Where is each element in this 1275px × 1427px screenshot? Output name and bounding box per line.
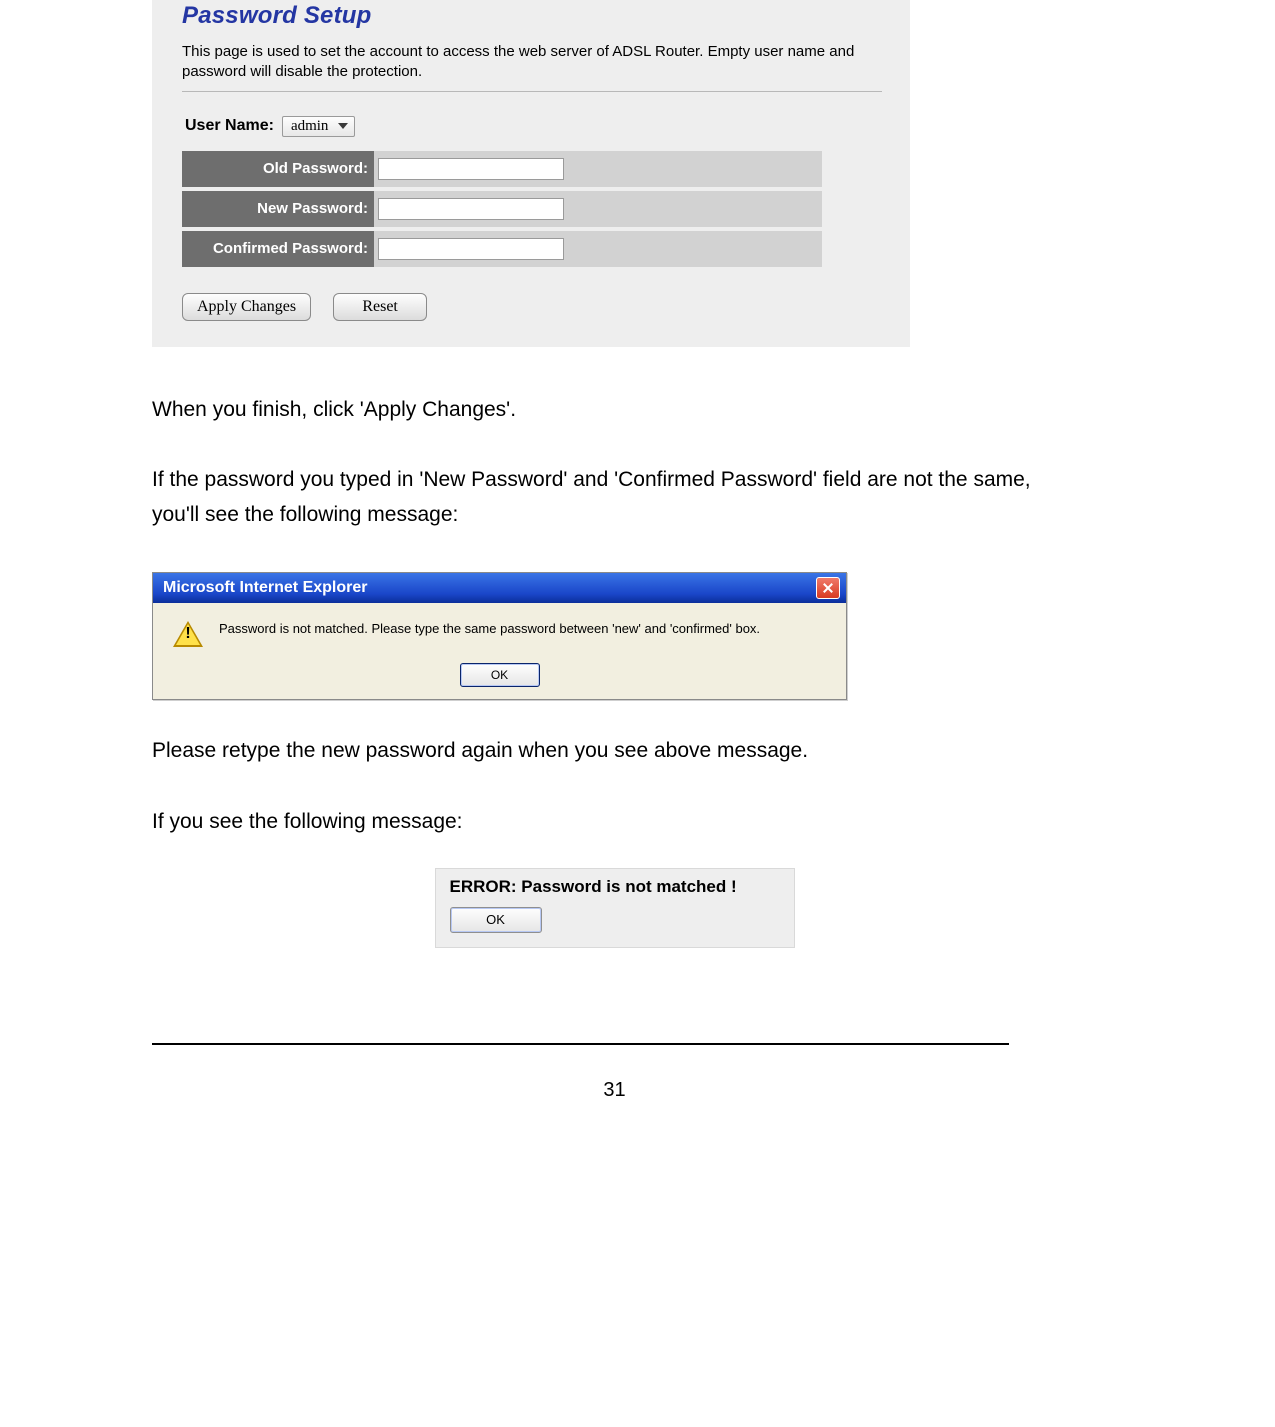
dialog-title: Microsoft Internet Explorer xyxy=(163,579,367,597)
old-password-input[interactable] xyxy=(378,158,564,180)
chevron-down-icon xyxy=(338,123,348,129)
error-panel: ERROR: Password is not matched ! OK xyxy=(435,868,795,948)
warning-icon: ! xyxy=(173,621,203,649)
new-password-input[interactable] xyxy=(378,198,564,220)
dialog-message: Password is not matched. Please type the… xyxy=(219,621,760,636)
dialog-ok-button[interactable]: OK xyxy=(460,663,540,687)
table-row: Confirmed Password: xyxy=(182,231,822,267)
new-password-label: New Password: xyxy=(182,191,374,227)
username-select[interactable]: admin xyxy=(282,116,356,137)
spacer xyxy=(575,191,822,227)
instruction-text: If the password you typed in 'New Passwo… xyxy=(152,463,1077,532)
panel-description: This page is used to set the account to … xyxy=(182,42,882,83)
instruction-text: When you finish, click 'Apply Changes'. xyxy=(152,393,1077,428)
panel-title: Password Setup xyxy=(182,0,882,30)
close-icon[interactable] xyxy=(816,577,840,599)
reset-button[interactable]: Reset xyxy=(333,293,427,321)
error-ok-button[interactable]: OK xyxy=(450,907,542,933)
password-setup-panel: Password Setup This page is used to set … xyxy=(152,0,910,347)
old-password-label: Old Password: xyxy=(182,151,374,187)
confirmed-password-input[interactable] xyxy=(378,238,564,260)
table-row: New Password: xyxy=(182,191,822,227)
table-row: Old Password: xyxy=(182,151,822,187)
confirmed-password-label: Confirmed Password: xyxy=(182,231,374,267)
error-message: ERROR: Password is not matched ! xyxy=(450,877,780,897)
ie-alert-dialog: Microsoft Internet Explorer ! Password i… xyxy=(152,572,847,700)
footer-divider xyxy=(152,1043,1009,1045)
page-number: 31 xyxy=(152,1079,1077,1102)
instruction-text: Please retype the new password again whe… xyxy=(152,734,1077,769)
spacer xyxy=(575,151,822,187)
password-grid: Old Password: New Password: Confirmed Pa… xyxy=(182,147,822,271)
spacer xyxy=(575,231,822,267)
instruction-text: If you see the following message: xyxy=(152,805,1077,840)
username-label: User Name: xyxy=(185,117,274,135)
username-value: admin xyxy=(291,118,329,135)
apply-changes-button[interactable]: Apply Changes xyxy=(182,293,311,321)
divider xyxy=(182,91,882,92)
